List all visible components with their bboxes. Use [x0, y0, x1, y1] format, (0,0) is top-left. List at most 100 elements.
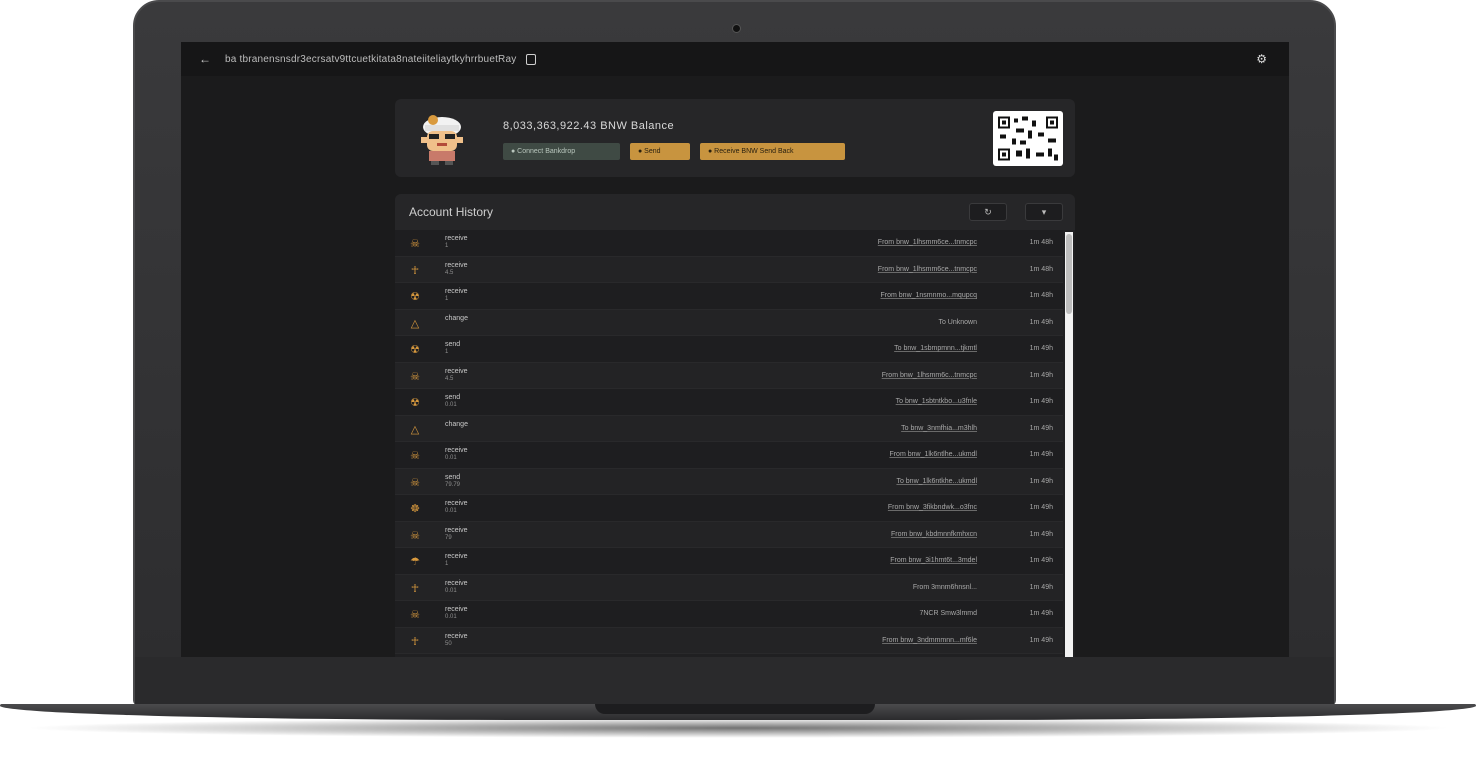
laptop-shadow [20, 718, 1456, 738]
transaction-type: change [445, 314, 468, 322]
transaction-amount: 4.5 [445, 269, 454, 276]
table-row[interactable]: ☥ receive 0.01 From 3mnm6hnsnl... 1m 49h [395, 574, 1063, 601]
transaction-type: send [445, 473, 461, 481]
avatar [421, 115, 463, 165]
transaction-account-link[interactable]: To bnw_1lk6ntkhe...ukmdl [896, 478, 977, 485]
refresh-button[interactable]: ↻ [969, 203, 1007, 221]
transaction-type-icon: ☢ [410, 291, 420, 303]
transaction-type: receive [445, 500, 468, 507]
transaction-time: 1m 48h [1029, 292, 1053, 299]
table-row[interactable]: ☥ receive 50 From bnw_3ndmmmnn...mf6le 1m 49… [395, 627, 1063, 654]
transaction-amount: 1 [445, 296, 449, 302]
transaction-type-icon: ☸ [410, 503, 420, 515]
transaction-amount: 0.01 [445, 508, 457, 514]
transaction-account-link[interactable]: To bnw_1sbtntkbo...u3fnle [896, 398, 977, 405]
history-list: ☠ receive 1 From bnw_1lhsmm6ce...tnmcpc 1m 4… [395, 230, 1063, 654]
copy-icon[interactable] [526, 53, 537, 65]
transaction-amount: 79 [445, 534, 452, 541]
transaction-type: receive [445, 261, 468, 269]
transaction-account-link[interactable]: From bnw_1lhsmm6c...tnmcpc [882, 372, 977, 379]
transaction-time: 1m 49h [1029, 477, 1053, 485]
transaction-type-icon: ☠ [410, 476, 420, 489]
connect-button[interactable]: ● Connect Bankdrop [503, 143, 620, 160]
transaction-amount: 1 [445, 349, 449, 355]
transaction-type-icon: ☠ [410, 238, 420, 250]
transaction-type: receive [445, 632, 468, 640]
transaction-time: 1m 49h [1029, 371, 1053, 379]
transaction-time: 1m 49h [1029, 345, 1053, 352]
transaction-account-link[interactable]: From bnw_3i1hmt6t...3mdel [890, 557, 977, 564]
transaction-account-link[interactable]: From bnw_1lk6ntlhe...ukmdl [889, 451, 977, 458]
transaction-type-icon: ☠ [410, 529, 420, 542]
table-row[interactable]: ☢ send 1 To bnw_1sbmpmnn...tjkmtl 1m 49h [395, 336, 1063, 363]
transaction-amount: 4.5 [445, 375, 454, 382]
transaction-amount: 50 [445, 640, 452, 647]
transaction-type: change [445, 420, 468, 428]
table-row[interactable]: ☠ receive 79 From bnw_kbdmnnfkmhxcn 1m 49h [395, 521, 1063, 548]
transaction-type: receive [445, 367, 468, 375]
transaction-type: send [445, 341, 461, 348]
transaction-account-link[interactable]: To Unknown [938, 319, 977, 326]
table-row[interactable]: ☸ receive 0.01 From bnw_3fikbndwk...o3fnc 1m… [395, 495, 1063, 522]
transaction-time: 1m 49h [1029, 424, 1053, 432]
transaction-account-link[interactable]: 7NCR Smw3lmmd [919, 610, 977, 617]
transaction-type-icon: △ [410, 423, 420, 436]
table-row[interactable]: ☥ receive 4.5 From bnw_1lhsmm6ce...tnmcpc 1m… [395, 256, 1063, 283]
transaction-type-icon: ☠ [410, 609, 420, 621]
transaction-account-link[interactable]: To bnw_3nmfhia...m3hlh [901, 425, 977, 432]
transaction-type: send [445, 394, 461, 401]
table-row[interactable]: ☠ send 79.79 To bnw_1lk6ntkhe...ukmdl 1m 49h [395, 468, 1063, 495]
laptop-chin [135, 657, 1334, 704]
scrollbar-thumb[interactable] [1066, 234, 1072, 314]
transaction-account-link[interactable]: From bnw_1lhsmm6ce...tnmcpc [878, 266, 977, 273]
transaction-amount: 0.01 [445, 402, 457, 408]
scrollbar[interactable] [1065, 232, 1073, 657]
transaction-time: 1m 49h [1029, 583, 1053, 591]
table-row[interactable]: ☢ receive 1 From bnw_1nsmnmo...mqupcq 1m 48h [395, 283, 1063, 310]
webcam-icon [732, 24, 741, 33]
gear-icon[interactable]: ⚙ [1256, 52, 1267, 66]
transaction-time: 1m 49h [1029, 318, 1053, 326]
transaction-type-icon: ☠ [410, 370, 420, 383]
transaction-amount: 1 [445, 243, 449, 249]
arrow-left-icon[interactable]: ← [199, 52, 213, 66]
transaction-type: receive [445, 526, 468, 534]
table-row[interactable]: ☂ receive 1 From bnw_3i1hmt6t...3mdel 1m 49h [395, 548, 1063, 575]
transaction-amount: 0.01 [445, 587, 457, 594]
filter-button[interactable]: ▾ [1025, 203, 1063, 221]
transaction-account-link[interactable]: From bnw_1lhsmm6ce...tnmcpc [878, 239, 977, 246]
transaction-type: receive [445, 447, 468, 454]
transaction-account-link[interactable]: From bnw_kbdmnnfkmhxcn [891, 531, 977, 538]
balance-text: 8,033,363,922.43 BNW Balance [503, 120, 675, 132]
history-title: Account History [409, 205, 494, 219]
send-button[interactable]: ● Send [630, 143, 690, 160]
transaction-type: receive [445, 553, 468, 560]
table-row[interactable]: ☠ receive 0.01 From bnw_1lk6ntlhe...ukmdl 1m… [395, 442, 1063, 469]
transaction-type-icon: ☢ [410, 344, 420, 356]
transaction-type-icon: ☠ [410, 450, 420, 462]
transaction-account-link[interactable]: From bnw_3ndmmmnn...mf6le [882, 637, 977, 644]
table-row[interactable]: ☠ receive 4.5 From bnw_1lhsmm6c...tnmcpc 1m … [395, 362, 1063, 389]
transaction-time: 1m 49h [1029, 557, 1053, 564]
account-address: ba tbranensnsdr3ecrsatv9ttcuetkitata8nat… [225, 53, 517, 65]
transaction-type: receive [445, 579, 468, 587]
transaction-account-link[interactable]: From bnw_3fikbndwk...o3fnc [888, 504, 977, 511]
transaction-account-link[interactable]: To bnw_1sbmpmnn...tjkmtl [894, 345, 977, 352]
transaction-type-icon: △ [410, 317, 420, 330]
transaction-account-link[interactable]: From bnw_1nsmnmo...mqupcq [881, 292, 977, 299]
top-bar: ← ba tbranensnsdr3ecrsatv9ttcuetkitata8n… [181, 42, 1289, 76]
transaction-type-icon: ☂ [410, 556, 420, 568]
transaction-type-icon: ☥ [410, 582, 420, 595]
transaction-type-icon: ☢ [410, 397, 420, 409]
table-row[interactable]: ☠ receive 0.01 7NCR Smw3lmmd 1m 49h [395, 601, 1063, 628]
qr-code[interactable] [993, 111, 1063, 166]
table-row[interactable]: △ change To bnw_3nmfhia...m3hlh 1m 49h [395, 415, 1063, 442]
transaction-type: receive [445, 235, 468, 242]
transaction-account-link[interactable]: From 3mnm6hnsnl... [913, 584, 977, 591]
transaction-type-icon: ☥ [410, 635, 420, 648]
account-history-panel: Account History ↻ ▾ ☠ receive 1 From bnw_1l… [395, 194, 1075, 657]
table-row[interactable]: △ change To Unknown 1m 49h [395, 309, 1063, 336]
table-row[interactable]: ☠ receive 1 From bnw_1lhsmm6ce...tnmcpc 1m 4… [395, 230, 1063, 257]
receive-button[interactable]: ● Receive BNW Send Back [700, 143, 845, 160]
table-row[interactable]: ☢ send 0.01 To bnw_1sbtntkbo...u3fnle 1m 49h [395, 389, 1063, 416]
